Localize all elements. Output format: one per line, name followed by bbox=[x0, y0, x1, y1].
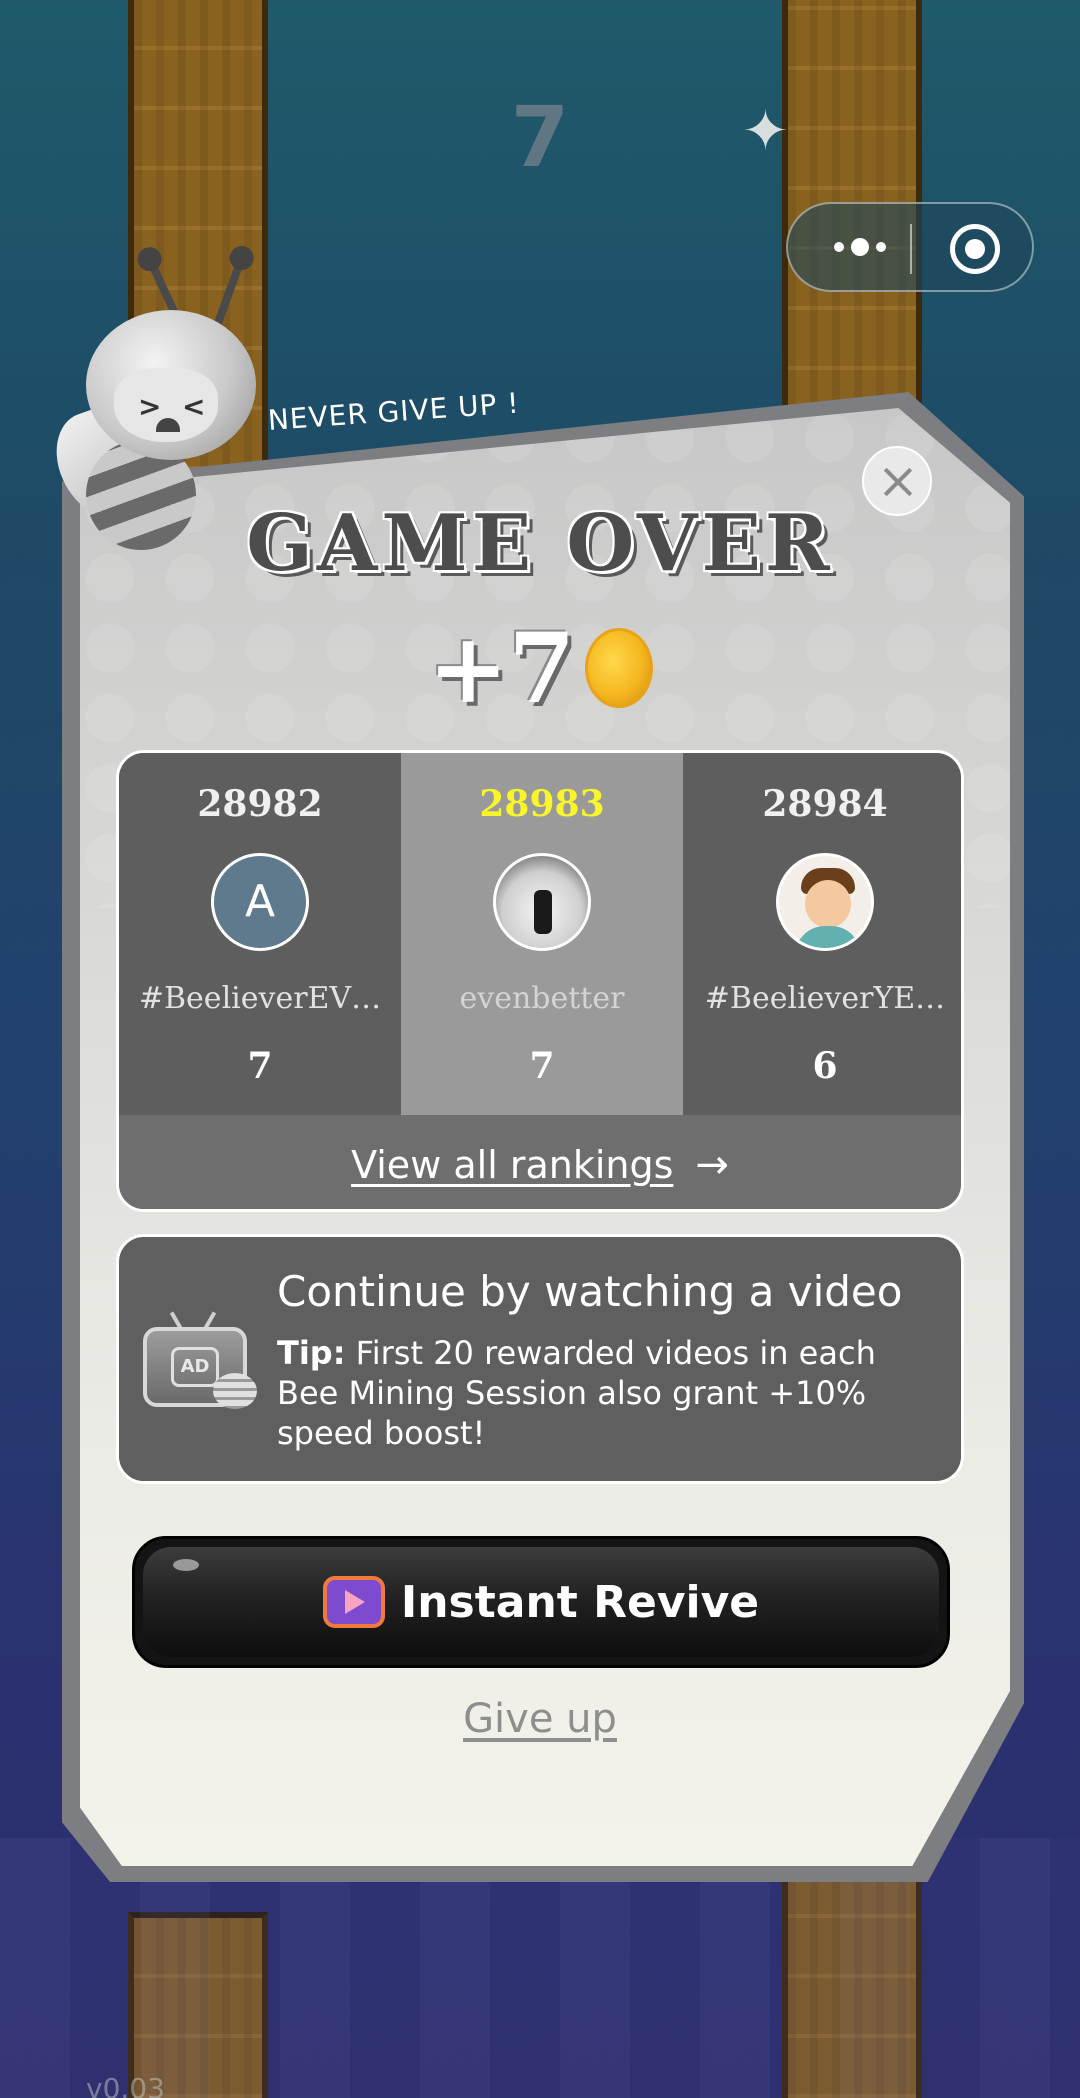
arrow-right-icon: → bbox=[695, 1142, 729, 1188]
tip-text: First 20 rewarded videos in each Bee Min… bbox=[277, 1334, 876, 1452]
reward-amount: +7 bbox=[428, 611, 576, 725]
rank-number: 28984 bbox=[762, 783, 888, 825]
ranking-entry[interactable]: 28984 #BeelieverYE… 6 bbox=[683, 753, 961, 1115]
ranking-entry[interactable]: 28982 A #BeelieverEV… 7 bbox=[119, 753, 401, 1115]
player-score: 7 bbox=[529, 1045, 555, 1087]
avatar bbox=[493, 853, 591, 951]
give-up-link[interactable]: Give up bbox=[0, 1696, 1080, 1742]
reward: +7 bbox=[428, 612, 654, 725]
tip-label: Tip: bbox=[277, 1334, 346, 1372]
target-circle-icon[interactable] bbox=[950, 224, 1000, 274]
rank-number: 28982 bbox=[197, 783, 323, 825]
version-label: v0.03 bbox=[86, 2072, 165, 2098]
instant-revive-label: Instant Revive bbox=[400, 1576, 760, 1628]
player-score: 7 bbox=[247, 1045, 273, 1087]
coin-icon bbox=[585, 628, 654, 708]
menu-capsule bbox=[786, 202, 1034, 292]
rankings-card: 28982 A #BeelieverEV… 7 28983 evenbetter… bbox=[116, 750, 964, 1212]
current-score: 7 bbox=[510, 88, 570, 186]
game-over-title: GAME OVER bbox=[246, 498, 834, 589]
player-name: #BeelieverEV… bbox=[138, 981, 382, 1016]
ad-tv-icon: AD bbox=[143, 1311, 259, 1411]
continue-tip: Tip: First 20 rewarded videos in each Be… bbox=[277, 1333, 937, 1453]
ranking-entry-self[interactable]: 28983 evenbetter 7 bbox=[401, 753, 683, 1115]
player-name: #BeelieverYE… bbox=[704, 981, 946, 1016]
view-all-label: View all rankings bbox=[351, 1143, 674, 1187]
never-give-up-banner: NEVER GIVE UP ! bbox=[266, 386, 521, 437]
capsule-divider bbox=[910, 224, 912, 274]
player-name: evenbetter bbox=[459, 981, 625, 1016]
continue-title: Continue by watching a video bbox=[277, 1267, 903, 1316]
avatar: A bbox=[211, 853, 309, 951]
instant-revive-button[interactable]: Instant Revive bbox=[132, 1536, 950, 1668]
more-dots-icon[interactable] bbox=[818, 222, 902, 272]
avatar bbox=[776, 853, 874, 951]
continue-video-card[interactable]: AD Continue by watching a video Tip: Fir… bbox=[116, 1234, 964, 1484]
sparkle-icon: ✦ bbox=[742, 99, 789, 164]
video-tv-icon bbox=[322, 1576, 385, 1628]
player-score: 6 bbox=[812, 1045, 838, 1087]
rank-number: 28983 bbox=[479, 783, 605, 825]
view-all-rankings-link[interactable]: View all rankings → bbox=[119, 1115, 961, 1209]
